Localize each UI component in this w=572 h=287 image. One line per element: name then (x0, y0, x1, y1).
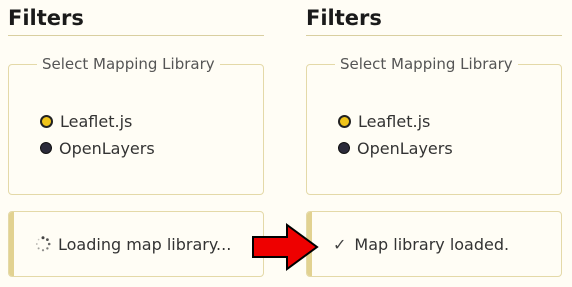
radio-checked-icon[interactable] (40, 114, 53, 128)
mapping-library-fieldset: Select Mapping Library Leaflet.js OpenLa… (8, 55, 264, 195)
radio-option-openlayers[interactable]: OpenLayers (338, 138, 453, 158)
page-title: Filters (306, 6, 382, 30)
spinner-icon (35, 236, 51, 252)
radio-label: OpenLayers (357, 138, 453, 158)
page-title: Filters (8, 6, 84, 30)
title-divider (8, 35, 264, 36)
check-icon: ✓ (333, 234, 347, 254)
filters-panel-loading: Filters Select Mapping Library Leaflet.j… (8, 0, 264, 287)
radio-label: Leaflet.js (358, 111, 431, 131)
status-message: Loading map library... (8, 211, 264, 277)
radio-option-leaflet[interactable]: Leaflet.js (40, 111, 132, 131)
radio-unchecked-icon[interactable] (338, 142, 350, 154)
mapping-library-fieldset: Select Mapping Library Leaflet.js OpenLa… (306, 55, 562, 195)
arrow-right-icon (252, 223, 319, 271)
radio-option-leaflet[interactable]: Leaflet.js (338, 111, 430, 131)
radio-unchecked-icon[interactable] (40, 142, 52, 154)
radio-checked-icon[interactable] (338, 114, 351, 128)
radio-label: Leaflet.js (60, 111, 133, 131)
status-message: ✓ Map library loaded. (306, 211, 562, 277)
fieldset-legend: Select Mapping Library (335, 55, 518, 73)
radio-option-openlayers[interactable]: OpenLayers (40, 138, 155, 158)
status-text: Loading map library... (58, 234, 232, 254)
filters-panel-loaded: Filters Select Mapping Library Leaflet.j… (306, 0, 562, 287)
fieldset-legend: Select Mapping Library (37, 55, 220, 73)
title-divider (306, 35, 562, 36)
status-accent-bar (9, 212, 14, 276)
status-text: Map library loaded. (354, 234, 510, 254)
radio-label: OpenLayers (59, 138, 155, 158)
